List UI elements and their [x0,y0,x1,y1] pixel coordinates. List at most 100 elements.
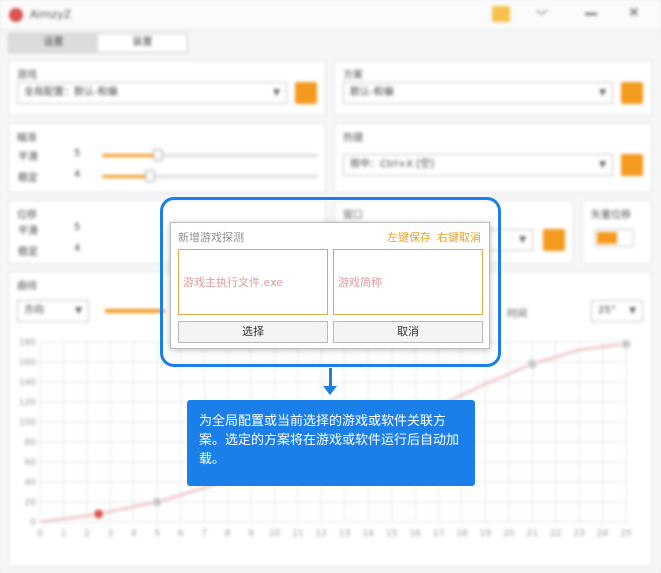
main-tabs: 设置 装置 [8,33,188,53]
slider-fill [102,154,159,157]
select-button[interactable]: 选择 [178,321,328,343]
app-logo-icon [9,8,23,22]
tooltip-callout: 为全局配置或当前选择的游戏或软件关联方案。选定的方案将在游戏或软件运行后自动加载… [187,400,475,486]
x-tick-label: 9 [248,529,254,539]
hint-right-cancel: 右键取消 [437,231,481,244]
game-group: 游戏 全局配置：默认-和偏 ▼ [8,60,326,116]
x-tick-label: 12 [316,529,327,539]
cancel-button[interactable]: 取消 [333,321,483,343]
y-tick-label: 140 [19,378,36,388]
game-select[interactable]: 全局配置：默认-和偏 ▼ [17,82,287,104]
y-tick-label: 100 [19,418,36,428]
x-tick-label: 4 [131,529,137,539]
curve-control-point[interactable] [526,358,538,370]
offset-toggle[interactable] [594,229,634,247]
x-tick-label: 16 [409,529,421,539]
curve-angle-select[interactable]: 25° ▼ [591,300,643,322]
x-tick-label: 25 [620,529,631,539]
x-tick-label: 6 [178,529,184,539]
aim-smooth-label: 平滑 [18,152,38,163]
chevron-down-icon: ▼ [629,306,636,316]
arrow-down-icon [323,386,337,395]
x-tick-label: 22 [550,529,561,539]
curve-control-point[interactable] [151,496,163,508]
aim-smooth-slider[interactable]: 平滑 5 [18,148,318,163]
dialog-hint: 左键保存 右键取消 [381,229,481,245]
game-add-button[interactable] [295,82,317,104]
y-tick-label: 80 [25,438,37,448]
game-name-input[interactable] [333,249,483,315]
minimize-icon[interactable] [585,13,597,15]
slider-track[interactable] [102,170,318,182]
curve-control-point[interactable] [93,508,105,520]
y-tick-label: 40 [25,478,37,488]
curve-control-point[interactable] [620,338,632,350]
slider-handle[interactable] [144,170,155,182]
x-tick-label: 15 [386,529,397,539]
message-icon[interactable] [492,6,510,22]
position-stable-label: 稳定 [18,247,38,258]
aim-stable-value: 4 [74,169,81,180]
x-tick-label: 14 [362,529,374,539]
y-tick-label: 0 [30,518,36,528]
scheme-select-value: 默认-和偏 [350,87,394,98]
x-tick-label: 0 [37,529,43,539]
aim-stable-slider[interactable]: 稳定 4 [18,169,318,184]
slider-fill [102,175,150,178]
x-tick-label: 24 [597,529,609,539]
slider-track[interactable] [102,149,318,161]
aim-group-label: 瞄准 [17,133,37,144]
x-tick-label: 10 [269,529,281,539]
app-title: AimzyZ [30,8,72,21]
hotkey-select-value: 按中：Ctrl+X [空] [350,159,435,170]
dialog-title: 新增游戏探测 [178,231,244,244]
hotkey-add-button[interactable] [621,154,643,176]
x-tick-label: 1 [61,529,67,539]
y-tick-label: 180 [19,338,36,348]
position-group-label: 位移 [17,210,37,221]
curve-time-label: 时间 [507,309,527,320]
y-tick-label: 20 [25,498,37,508]
hotkey-group-label: 热键 [343,133,363,144]
toggle-on-indicator [597,232,617,244]
tab-settings[interactable]: 设置 [9,34,98,52]
title-bar: AimzyZ ﹀ ✕ [0,0,661,30]
scheme-select[interactable]: 默认-和偏 ▼ [343,82,613,104]
chevron-down-icon: ▼ [599,88,606,98]
offset-group-label: 矢量位移 [591,210,631,221]
x-tick-label: 20 [503,529,515,539]
window-add-button[interactable] [543,229,565,251]
x-tick-label: 23 [573,529,584,539]
close-icon[interactable]: ✕ [628,5,640,21]
tab-device[interactable]: 装置 [98,34,187,52]
aim-smooth-value: 5 [74,148,81,159]
x-tick-label: 13 [339,529,350,539]
position-stable-value: 4 [74,243,81,254]
slider-handle[interactable] [153,149,164,161]
y-tick-label: 120 [19,398,36,408]
game-group-label: 游戏 [17,70,37,81]
hint-left-save: 左键保存 [387,231,431,244]
position-smooth-value: 5 [74,222,81,233]
curve-direction-select[interactable]: 方向 ▼ [17,300,89,322]
scheme-group: 方案 默认-和偏 ▼ [334,60,652,116]
chevron-down-icon[interactable]: ﹀ [536,7,548,24]
hotkey-group: 热键 按中：Ctrl+X [空] ▼ [334,123,652,193]
new-game-detect-dialog: 新增游戏探测 左键保存右键取消 选择 取消 [170,222,490,349]
scheme-add-button[interactable] [621,82,643,104]
x-tick-label: 3 [107,529,113,539]
curve-group-label: 曲线 [17,281,37,292]
x-tick-label: 8 [225,529,231,539]
x-tick-label: 5 [154,529,160,539]
curve-angle-value: 25° [598,305,616,316]
chevron-down-icon: ▼ [599,160,606,170]
x-tick-label: 18 [456,529,468,539]
scheme-group-label: 方案 [343,70,363,81]
curve-direction-value: 方向 [24,305,44,316]
game-exe-input[interactable] [178,249,328,315]
x-tick-label: 21 [527,529,538,539]
hotkey-select[interactable]: 按中：Ctrl+X [空] ▼ [343,154,613,176]
curve-orange-slider[interactable] [105,309,165,313]
chevron-down-icon: ▼ [273,88,280,98]
aim-stable-label: 稳定 [18,173,38,184]
